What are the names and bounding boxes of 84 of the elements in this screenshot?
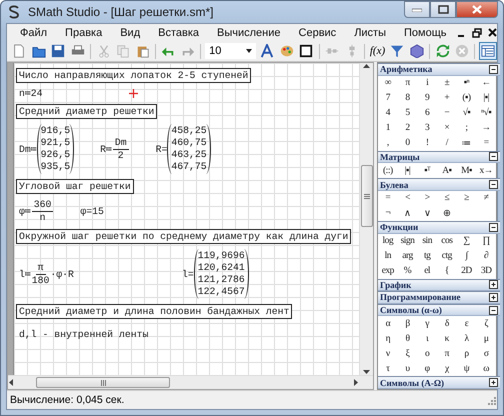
matrix-cell: 467,75 (171, 161, 207, 173)
minimize-icon (458, 34, 464, 36)
scroll-down-arrow-icon (363, 369, 370, 375)
matrix-cell: 458,25 (171, 125, 207, 137)
menu-item[interactable]: Сервис (290, 24, 346, 40)
math-text: φ≔ (19, 206, 31, 217)
matrix-cell: 463,25 (171, 149, 207, 161)
math-text: R= (156, 144, 168, 154)
fraction-denominator: n (40, 212, 46, 224)
section-heading: Число направляющих лопаток 2-5 ступеней (16, 68, 252, 83)
dropdown-caret-icon (246, 49, 252, 53)
fraction-numerator: Dm (112, 136, 129, 150)
scrollbar-thumb[interactable] (360, 165, 372, 227)
horizontal-scrollbar[interactable] (8, 375, 373, 389)
minimize-icon (412, 8, 422, 12)
palette-header[interactable]: Символы (α-ω) (378, 304, 500, 316)
palette-header[interactable]: Символы (А-Ω) (378, 376, 500, 389)
minimize-button[interactable] (404, 1, 430, 18)
close-button[interactable] (456, 1, 498, 18)
maximize-button[interactable] (430, 1, 456, 18)
math-text: R≔ (100, 144, 112, 154)
insert-function-button[interactable]: f(x) (368, 45, 386, 57)
matrix-cell: 926,5 (40, 149, 70, 161)
palette-header[interactable]: Программирование (378, 291, 500, 304)
section-heading: Угловой шаг решетки (16, 179, 134, 194)
fraction-numerator: π (36, 262, 46, 274)
status-text: Вычисление: 0,045 сек. (10, 394, 126, 406)
scrollbar-thumb[interactable] (36, 377, 170, 388)
save-icon[interactable] (50, 42, 67, 60)
matrix-cell: 935,5 (40, 161, 70, 173)
math-text: ·φ·R (50, 268, 74, 280)
matrix-cell: 122,4567 (198, 286, 245, 298)
worksheet[interactable] (14, 63, 359, 375)
fraction-denominator: 180 (32, 274, 50, 286)
section-heading: Средний диаметр и длина половин бандажных лент (16, 304, 292, 319)
text-a-icon[interactable] (259, 42, 276, 60)
refresh-arrows-icon[interactable] (434, 42, 451, 60)
menu-item[interactable]: Листы (345, 24, 395, 40)
menu-item[interactable]: Вид (111, 24, 150, 40)
math-text: n≔24 (19, 88, 43, 99)
menu-item[interactable]: Правка (56, 24, 112, 40)
matrix-cell: 921,5 (40, 137, 70, 149)
sheet-list-icon[interactable] (479, 42, 497, 60)
section-heading: Окружной шаг решетки по среднему диаметру как длина дуги (16, 229, 352, 244)
vertical-scrollbar[interactable] (359, 63, 373, 375)
collapse-icon (489, 222, 498, 232)
section-heading: Средний диаметр решетки (16, 104, 158, 119)
resize-grip-icon (486, 394, 497, 406)
matrix-cell: 121,2786 (198, 274, 245, 286)
matrix-cell: 120,6241 (198, 262, 245, 274)
matrix-cell: 460,75 (171, 137, 207, 149)
window-title: SMath Studio - [Шаг решетки.sm*] (28, 5, 214, 19)
close-icon (472, 5, 482, 14)
font-size-combo[interactable]: 10 (205, 43, 256, 59)
math-text: φ=15 (80, 206, 104, 217)
menu-item[interactable]: Вычисление (208, 24, 290, 40)
app-logo-icon (6, 4, 22, 20)
fraction-denominator: 2 (118, 150, 124, 162)
menu-item[interactable]: Вставка (149, 24, 208, 40)
scroll-right-arrow-icon (353, 379, 359, 386)
close-icon (488, 28, 497, 37)
palette-header[interactable]: Булева (378, 178, 500, 191)
maximize-icon (438, 5, 448, 14)
menu-item[interactable]: Файл (11, 24, 56, 40)
palette-header[interactable]: Функции (378, 220, 500, 234)
math-text: Dm≔ (19, 144, 37, 154)
expand-icon (489, 378, 498, 388)
scroll-up-arrow-icon (363, 63, 370, 69)
palette-header[interactable]: Арифметика (378, 63, 500, 76)
matrix-cell: 916,5 (40, 125, 70, 137)
restore-icon (472, 28, 482, 38)
palette-header[interactable]: Матрицы (378, 150, 500, 164)
collapse-icon (489, 180, 498, 190)
menu-item[interactable]: Помощь (395, 24, 456, 40)
comment-text: d,l - внутренней ленты (18, 328, 150, 341)
fraction-numerator: 360 (32, 199, 54, 212)
border-square-icon[interactable] (298, 42, 315, 60)
palette-header[interactable]: График (378, 278, 500, 292)
expand-icon (489, 292, 498, 302)
collapse-icon (489, 64, 498, 74)
matrix-cell: 119,9696 (198, 250, 245, 262)
scroll-left-arrow-icon (8, 379, 14, 386)
math-text: l= (182, 268, 194, 280)
math-text: l≔ (19, 268, 31, 280)
